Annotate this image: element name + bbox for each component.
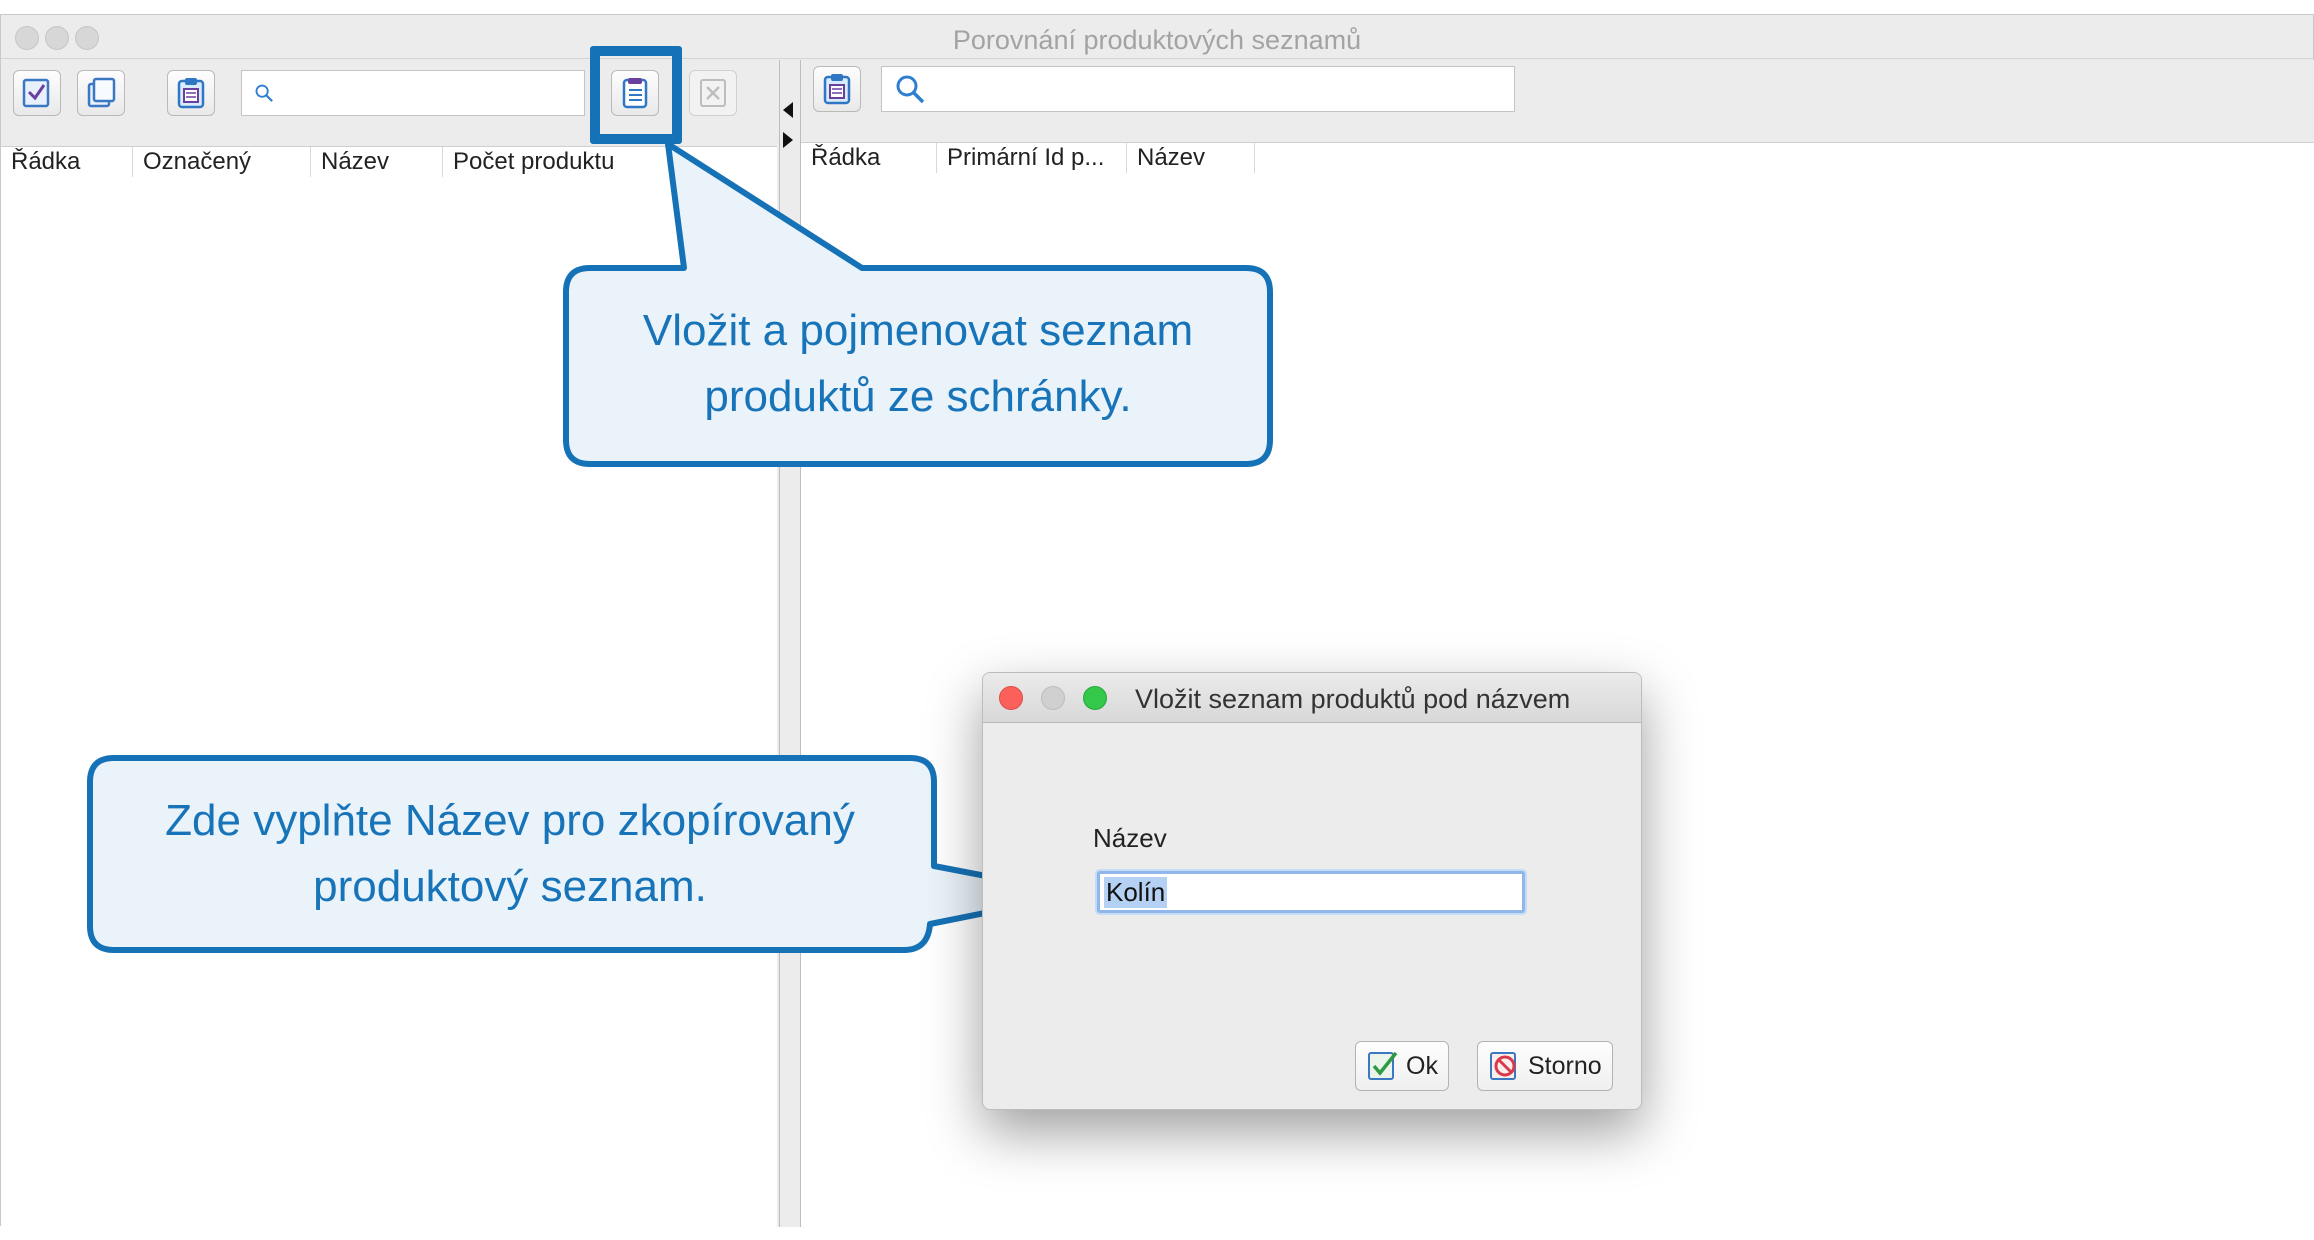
checkmark-icon (1368, 1051, 1398, 1080)
left-search-input[interactable] (274, 74, 584, 112)
collapse-left-arrow-icon[interactable] (783, 102, 793, 118)
name-field-label: Název (1093, 823, 1167, 853)
left-callout-line: Zde vyplňte Název pro zkopírovaný (165, 796, 855, 845)
window-title: Porovnání produktových seznamů (952, 25, 1362, 55)
column-header[interactable]: Označený (133, 147, 311, 177)
cancel-icon (1490, 1052, 1516, 1080)
ok-label: Ok (1406, 1051, 1438, 1080)
search-icon (255, 84, 273, 102)
top-callout-line: produktů ze schránky. (704, 372, 1132, 421)
copy-list-button[interactable] (77, 70, 125, 116)
paste-list-button[interactable] (167, 70, 215, 116)
left-pane: Řádka Označený Název Počet produktu (1, 60, 779, 1227)
column-header[interactable]: Primární Id p... (937, 143, 1127, 173)
split-divider[interactable] (779, 60, 801, 1227)
dialog-titlebar: Vložit seznam produktů pod názvem (983, 673, 1641, 723)
dialog-minimize-button[interactable] (1041, 686, 1065, 710)
delete-icon (700, 79, 726, 107)
column-header[interactable]: Název (311, 147, 443, 177)
dialog-close-button[interactable] (999, 686, 1023, 710)
clipboard-icon (823, 74, 851, 105)
column-header[interactable]: Počet produktu (443, 147, 643, 177)
column-header[interactable]: Název (1127, 143, 1255, 173)
name-field-value[interactable]: Kolín (1104, 876, 1168, 908)
cancel-button[interactable]: Storno (1477, 1041, 1613, 1091)
left-callout-line: produktový seznam. (313, 862, 707, 911)
left-search-field[interactable] (241, 70, 585, 116)
clipboard-icon (177, 78, 205, 109)
copy-icon (87, 77, 116, 108)
search-icon (896, 75, 925, 104)
right-paste-list-button[interactable] (813, 66, 861, 112)
right-table-header: Řádka Primární Id p... Název (801, 143, 1255, 173)
ok-button[interactable]: Ok (1355, 1041, 1449, 1091)
right-search-field[interactable] (881, 66, 1515, 112)
top-callout-text: Vložit a pojmenovat seznam produktů ze s… (580, 298, 1256, 430)
dialog-zoom-button[interactable] (1083, 686, 1107, 710)
name-list-dialog: Vložit seznam produktů pod názvem Název … (982, 672, 1642, 1110)
left-callout-text: Zde vyplňte Název pro zkopírovaný produk… (100, 788, 920, 920)
name-field[interactable]: Kolín (1097, 871, 1525, 913)
check-list-icon (22, 78, 50, 108)
highlight-box (590, 46, 682, 144)
collapse-right-arrow-icon[interactable] (783, 132, 793, 148)
window-titlebar: Porovnání produktových seznamů (1, 15, 2313, 59)
top-callout-line: Vložit a pojmenovat seznam (642, 306, 1194, 355)
column-header[interactable]: Řádka (801, 143, 937, 173)
delete-list-button[interactable] (689, 70, 737, 116)
cancel-label: Storno (1528, 1051, 1602, 1080)
right-search-input[interactable] (926, 70, 1514, 108)
column-header[interactable]: Řádka (1, 147, 133, 177)
check-all-button[interactable] (13, 70, 61, 116)
screenshot-root: Porovnání produktových seznamů Řádka Ozn… (0, 0, 2314, 1240)
left-table-header: Řádka Označený Název Počet produktu (1, 147, 643, 177)
dialog-title: Vložit seznam produktů pod názvem (1135, 684, 1571, 714)
